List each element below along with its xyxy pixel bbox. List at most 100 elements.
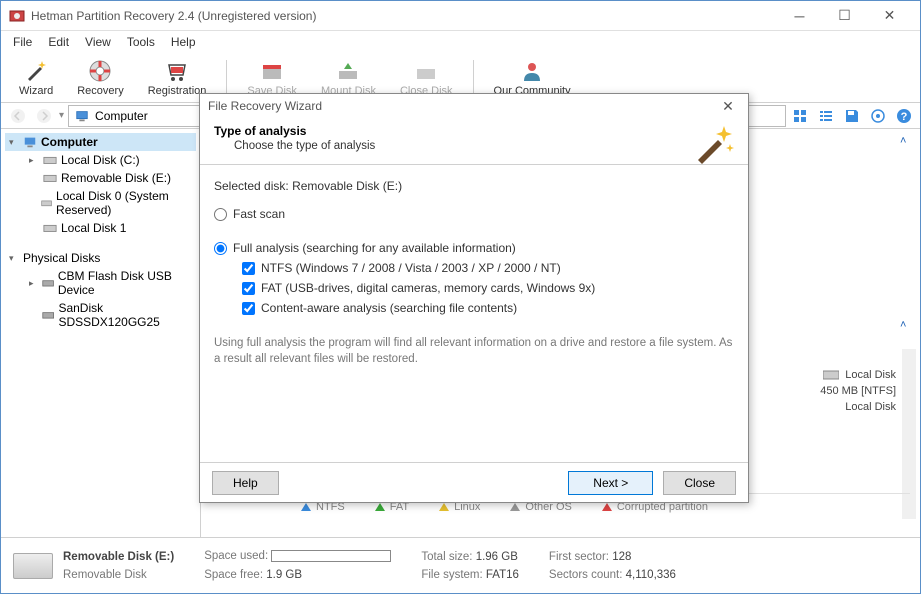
drive-icon: [41, 196, 52, 210]
menu-help[interactable]: Help: [163, 33, 204, 51]
view-list-icon[interactable]: [816, 106, 836, 126]
help-button[interactable]: Help: [212, 471, 279, 495]
tree-label: Local Disk (C:): [61, 153, 140, 167]
status-disk-name: Removable Disk (E:): [63, 551, 174, 563]
preview-name: Local Disk: [845, 369, 896, 381]
separator: [473, 60, 474, 96]
save-disk-icon: [260, 59, 284, 83]
person-icon: [520, 59, 544, 83]
tree-label: Removable Disk (E:): [61, 171, 171, 185]
minimize-button[interactable]: ─: [777, 2, 822, 30]
help-icon[interactable]: ?: [894, 106, 914, 126]
content-aware-option[interactable]: Content-aware analysis (searching file c…: [242, 301, 734, 315]
fs-value: FAT16: [486, 569, 519, 581]
disk-icon: [42, 276, 54, 290]
caret-down-icon: ▾: [9, 253, 19, 264]
tree-label: CBM Flash Disk USB Device: [58, 269, 192, 297]
fat-option[interactable]: FAT (USB-drives, digital cameras, memory…: [242, 281, 734, 295]
preview-sub: Local Disk: [820, 401, 896, 413]
computer-icon: [23, 135, 37, 149]
dialog-subheading: Choose the type of analysis: [214, 140, 734, 152]
tree-physical-disk[interactable]: ▸ CBM Flash Disk USB Device: [5, 267, 196, 299]
ntfs-option[interactable]: NTFS (Windows 7 / 2008 / Vista / 2003 / …: [242, 261, 734, 275]
full-analysis-radio[interactable]: [214, 242, 227, 255]
menu-file[interactable]: File: [5, 33, 40, 51]
wizard-button[interactable]: Wizard: [9, 57, 63, 99]
free-value: 1.9 GB: [266, 569, 302, 581]
tree-physical[interactable]: ▾ Physical Disks: [5, 249, 196, 267]
dialog-header: Type of analysis Choose the type of anal…: [200, 118, 748, 158]
collapse-icon[interactable]: ˄: [900, 319, 914, 333]
location-text: Computer: [95, 109, 148, 123]
dialog-title: File Recovery Wizard: [208, 99, 322, 113]
cart-icon: [165, 59, 189, 83]
sectors-count-label: Sectors count:: [549, 569, 623, 581]
wizard-dialog: File Recovery Wizard ✕ Type of analysis …: [199, 93, 749, 503]
content-aware-checkbox[interactable]: [242, 302, 255, 315]
tree-physical-disk[interactable]: SanDisk SDSSDX120GG25: [5, 299, 196, 331]
full-analysis-option[interactable]: Full analysis (searching for any availab…: [214, 241, 734, 255]
registration-label: Registration: [148, 85, 207, 97]
tree-computer[interactable]: ▾ Computer: [5, 133, 196, 151]
wizard-icon: [690, 120, 738, 168]
dialog-close-icon[interactable]: ✕: [716, 96, 740, 116]
free-label: Space free:: [204, 569, 263, 581]
tree-drive[interactable]: Local Disk 1: [5, 219, 196, 237]
computer-icon: [75, 109, 89, 123]
save-icon[interactable]: [842, 106, 862, 126]
history-dropdown-icon[interactable]: ▾: [59, 110, 64, 121]
separator: [226, 60, 227, 96]
menu-view[interactable]: View: [77, 33, 119, 51]
tree-label: Computer: [41, 135, 98, 149]
tree-label: Local Disk 1: [61, 221, 126, 235]
drive-icon: [823, 369, 839, 381]
fs-label: File system:: [421, 569, 482, 581]
drive-icon: [43, 153, 57, 167]
preview-size: 450 MB [NTFS]: [820, 385, 896, 397]
view-toolbar: ?: [790, 106, 914, 126]
recovery-label: Recovery: [77, 85, 123, 97]
lifebuoy-icon: [88, 59, 112, 83]
disk-icon: [13, 553, 53, 579]
used-label: Space used:: [204, 551, 268, 563]
tree-label: Physical Disks: [23, 251, 100, 265]
drive-icon: [43, 171, 57, 185]
statusbar: Removable Disk (E:) Removable Disk Space…: [1, 537, 920, 593]
caret-down-icon: ▾: [9, 137, 19, 148]
first-sector-label: First sector:: [549, 551, 609, 563]
disk-icon: [42, 308, 55, 322]
dialog-description: Using full analysis the program will fin…: [214, 335, 734, 367]
caret-right-icon: ▸: [29, 155, 39, 166]
collapse-icon[interactable]: ˄: [900, 135, 914, 149]
view-large-icon[interactable]: [790, 106, 810, 126]
tree-label: SanDisk SDSSDX120GG25: [58, 301, 192, 329]
options-icon[interactable]: [868, 106, 888, 126]
close-button[interactable]: ✕: [867, 2, 912, 30]
tree-drive[interactable]: ▸ Local Disk (C:): [5, 151, 196, 169]
back-button[interactable]: [7, 105, 29, 127]
close-dialog-button[interactable]: Close: [663, 471, 736, 495]
total-label: Total size:: [421, 551, 472, 563]
fat-checkbox[interactable]: [242, 282, 255, 295]
ntfs-checkbox[interactable]: [242, 262, 255, 275]
content-aware-label: Content-aware analysis (searching file c…: [261, 301, 517, 315]
titlebar: Hetman Partition Recovery 2.4 (Unregiste…: [1, 1, 920, 31]
tree-label: Local Disk 0 (System Reserved): [56, 189, 192, 217]
caret-right-icon: ▸: [29, 278, 38, 289]
forward-button[interactable]: [33, 105, 55, 127]
close-disk-icon: [414, 59, 438, 83]
full-analysis-label: Full analysis (searching for any availab…: [233, 241, 516, 255]
menu-tools[interactable]: Tools: [119, 33, 163, 51]
tree-drive[interactable]: Removable Disk (E:): [5, 169, 196, 187]
menu-edit[interactable]: Edit: [40, 33, 77, 51]
recovery-button[interactable]: Recovery: [67, 57, 133, 99]
fast-scan-option[interactable]: Fast scan: [214, 207, 734, 221]
disk-preview: Local Disk 450 MB [NTFS] Local Disk: [820, 369, 896, 413]
tree-drive[interactable]: Local Disk 0 (System Reserved): [5, 187, 196, 219]
selected-disk-value: Removable Disk (E:): [292, 179, 402, 193]
fast-scan-radio[interactable]: [214, 208, 227, 221]
wand-icon: [24, 59, 48, 83]
maximize-button[interactable]: ☐: [822, 2, 867, 30]
sidebar-tree: ▾ Computer ▸ Local Disk (C:) Removable Di…: [1, 129, 201, 539]
next-button[interactable]: Next >: [568, 471, 653, 495]
